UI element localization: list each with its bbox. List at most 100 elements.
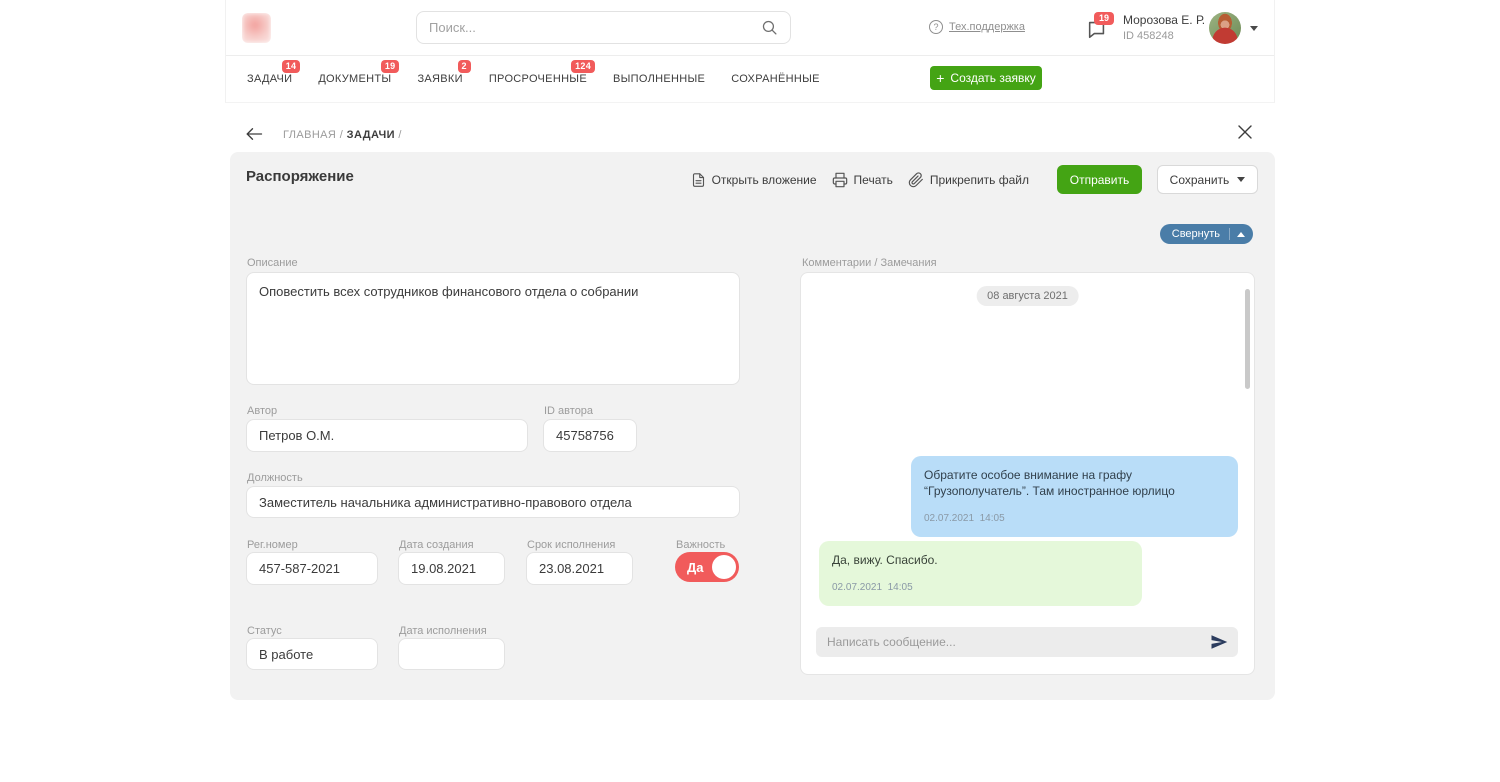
due-date-input[interactable]	[526, 552, 633, 585]
breadcrumb-separator: /	[339, 129, 344, 141]
content-column: ? Тех.поддержка 19 Морозова Е. Р. ID 458…	[225, 0, 1275, 782]
tab-saved[interactable]: СОХРАНЁННЫЕ	[731, 73, 820, 85]
collapse-divider	[1229, 228, 1230, 240]
create-request-label: Создать заявку	[950, 71, 1036, 85]
chevron-down-icon	[1237, 177, 1246, 182]
tab-overdue-badge: 124	[571, 60, 595, 73]
tab-label: ЗАДАЧИ	[247, 73, 293, 85]
tab-tasks[interactable]: ЗАДАЧИ 14	[247, 60, 301, 85]
message-input[interactable]	[827, 635, 1208, 649]
breadcrumb-row: ГЛАВНАЯ / ЗАДАЧИ /	[225, 120, 1275, 150]
tab-label: ДОКУМЕНТЫ	[318, 73, 392, 85]
open-attachment-label: Открыть вложение	[711, 172, 817, 187]
print-button[interactable]: Печать	[832, 172, 893, 188]
comments-panel: 08 августа 2021 Обратите особое внимание…	[800, 272, 1255, 675]
message-incoming: Обратите особое внимание на графу “Грузо…	[911, 456, 1238, 537]
comments-label: Комментарии / Замечания	[802, 257, 937, 269]
description-textarea[interactable]: Оповестить всех сотрудников финансового …	[246, 272, 740, 385]
send-icon	[1211, 635, 1228, 649]
logo-image	[242, 13, 271, 43]
created-date-label: Дата создания	[399, 539, 474, 551]
completed-date-label: Дата исполнения	[399, 625, 487, 637]
page: ? Тех.поддержка 19 Морозова Е. Р. ID 458…	[0, 0, 1500, 782]
tab-label: ВЫПОЛНЕННЫЕ	[613, 73, 706, 85]
reg-number-input[interactable]	[246, 552, 378, 585]
author-id-input[interactable]	[543, 419, 637, 452]
message-outgoing: Да, вижу. Спасибо. 02.07.2021 14:05	[819, 541, 1142, 606]
author-input[interactable]	[246, 419, 528, 452]
notifications-badge: 19	[1094, 12, 1115, 25]
completed-date-input[interactable]	[398, 638, 505, 670]
message-text: Обратите особое внимание на графу “Грузо…	[924, 468, 1175, 499]
tab-label: СОХРАНЁННЫЕ	[731, 73, 820, 85]
message-time: 02.07.2021 14:05	[832, 582, 913, 594]
file-icon	[692, 172, 704, 187]
user-info[interactable]: Морозова Е. Р. ID 458248	[1123, 13, 1205, 42]
back-arrow-icon[interactable]	[245, 126, 263, 142]
support-link[interactable]: ? Тех.поддержка	[929, 20, 1025, 34]
search-input[interactable]	[429, 20, 761, 35]
author-label: Автор	[247, 405, 278, 417]
toggle-knob	[712, 555, 736, 579]
created-date-input[interactable]	[398, 552, 505, 585]
attach-file-label: Прикрепить файл	[929, 172, 1029, 187]
user-id: ID 458248	[1123, 30, 1174, 42]
tab-completed[interactable]: ВЫПОЛНЕННЫЕ	[613, 73, 705, 85]
breadcrumb-current: ЗАДАЧИ	[346, 129, 395, 141]
open-attachment-button[interactable]: Открыть вложение	[691, 172, 817, 188]
document-actions: Открыть вложение Печать Прикрепить файл …	[691, 165, 1258, 194]
status-label: Статус	[247, 625, 282, 637]
position-input[interactable]	[246, 486, 740, 518]
due-date-label: Срок исполнения	[527, 539, 616, 551]
tab-label: ЗАЯВКИ	[417, 73, 463, 85]
top-block: ? Тех.поддержка 19 Морозова Е. Р. ID 458…	[225, 0, 1275, 103]
app-logo[interactable]	[242, 13, 271, 43]
importance-toggle[interactable]: Да	[675, 552, 739, 582]
date-divider: 08 августа 2021	[976, 286, 1079, 306]
user-menu-caret-icon[interactable]	[1250, 26, 1258, 31]
collapse-button[interactable]: Свернуть	[1159, 224, 1253, 244]
message-input-row	[816, 627, 1238, 657]
nav-tabs: ЗАДАЧИ 14 ДОКУМЕНТЫ 19 ЗАЯВКИ 2 ПРОСРОЧЕННЫ…	[226, 56, 1274, 102]
document-card: Распоряжение Открыть вложение Печать При…	[230, 152, 1275, 700]
message-time: 02.07.2021 14:05	[924, 513, 1005, 525]
close-icon[interactable]	[1237, 124, 1253, 140]
user-name: Морозова Е. Р.	[1123, 13, 1206, 27]
paperclip-icon	[908, 171, 923, 187]
breadcrumb: ГЛАВНАЯ / ЗАДАЧИ /	[283, 129, 402, 141]
breadcrumb-separator: /	[398, 129, 402, 141]
reg-number-label: Рег.номер	[247, 539, 298, 551]
send-button[interactable]: Отправить	[1057, 165, 1142, 194]
tab-label: ПРОСРОЧЕННЫЕ	[488, 73, 587, 85]
description-label: Описание	[247, 257, 298, 269]
plus-icon: +	[936, 69, 945, 86]
create-request-button[interactable]: + Создать заявку	[930, 66, 1042, 90]
tab-overdue[interactable]: ПРОСРОЧЕННЫЕ 124	[488, 60, 595, 85]
save-button[interactable]: Сохранить	[1157, 165, 1258, 194]
chevron-up-icon	[1237, 231, 1245, 237]
tab-documents-badge: 19	[380, 60, 400, 73]
tab-requests-badge: 2	[457, 60, 471, 73]
search-box[interactable]	[416, 11, 791, 44]
print-label: Печать	[853, 172, 893, 187]
tab-tasks-badge: 14	[281, 60, 301, 73]
author-id-label: ID автора	[544, 405, 594, 417]
send-message-button[interactable]	[1208, 632, 1230, 652]
question-icon: ?	[929, 20, 943, 34]
support-label: Тех.поддержка	[949, 21, 1025, 33]
search-icon[interactable]	[761, 19, 778, 36]
avatar[interactable]	[1209, 12, 1241, 44]
importance-label: Важность	[676, 539, 726, 551]
breadcrumb-home[interactable]: ГЛАВНАЯ	[283, 129, 336, 141]
notifications-button[interactable]: 19	[1086, 12, 1115, 44]
header: ? Тех.поддержка 19 Морозова Е. Р. ID 458…	[226, 0, 1274, 56]
position-label: Должность	[247, 472, 303, 484]
status-input[interactable]	[246, 638, 378, 670]
tab-documents[interactable]: ДОКУМЕНТЫ 19	[318, 60, 400, 85]
collapse-label: Свернуть	[1171, 228, 1220, 240]
attach-file-button[interactable]: Прикрепить файл	[908, 171, 1029, 188]
tab-requests[interactable]: ЗАЯВКИ 2	[417, 60, 471, 85]
message-text: Да, вижу. Спасибо.	[832, 553, 938, 567]
printer-icon	[832, 172, 847, 187]
scrollbar-thumb[interactable]	[1245, 289, 1250, 389]
